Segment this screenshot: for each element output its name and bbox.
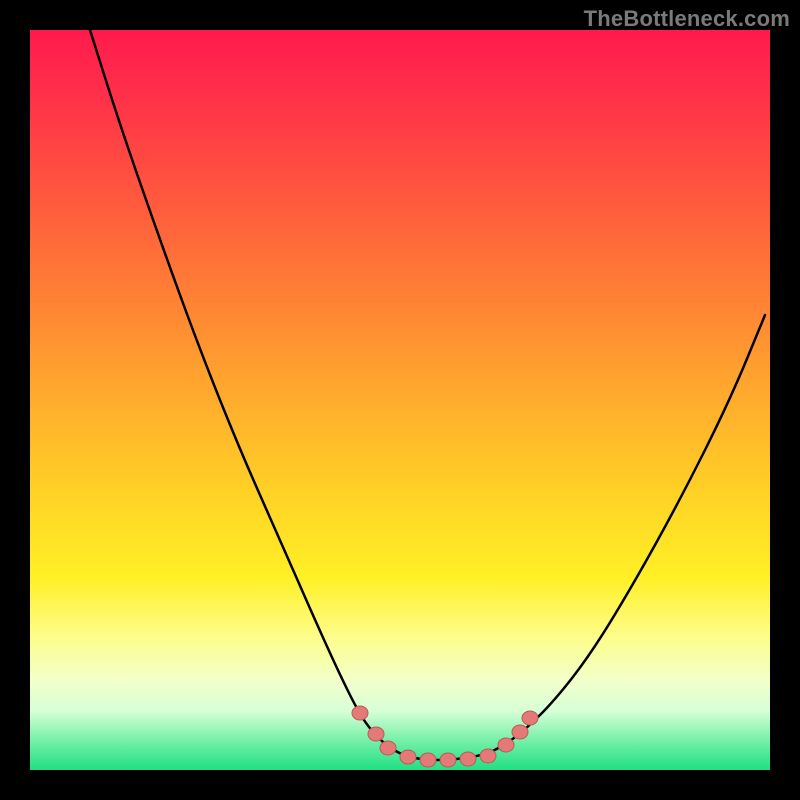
curve-dot: [440, 753, 456, 767]
curve-dot: [460, 752, 476, 766]
curve-dot: [368, 727, 384, 741]
curve-dot: [498, 738, 514, 752]
watermark-text: TheBottleneck.com: [584, 6, 790, 32]
curve-dot: [400, 750, 416, 764]
curve-dots-group: [352, 706, 538, 767]
curve-dot: [380, 741, 396, 755]
chart-frame: TheBottleneck.com: [0, 0, 800, 800]
curve-dot: [420, 753, 436, 767]
curve-dot: [522, 711, 538, 725]
plot-area: [30, 30, 770, 770]
bottleneck-curve: [90, 30, 765, 760]
chart-svg: [30, 30, 770, 770]
curve-dot: [480, 749, 496, 763]
curve-dot: [512, 725, 528, 739]
curve-dot: [352, 706, 368, 720]
